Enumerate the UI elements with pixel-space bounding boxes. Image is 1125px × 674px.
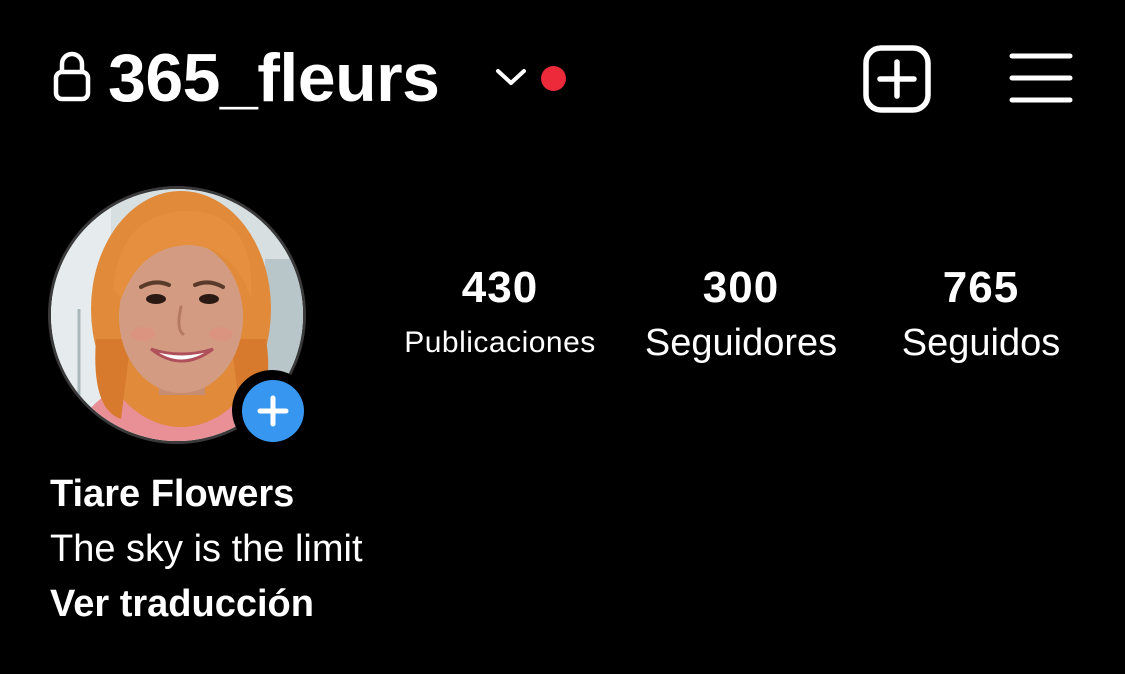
following-count[interactable]: 765 Seguidos xyxy=(882,258,1080,368)
posts-count[interactable]: 430 Publicaciones xyxy=(392,258,608,368)
hamburger-menu-icon[interactable] xyxy=(1008,50,1074,106)
posts-label: Publicaciones xyxy=(404,326,596,359)
add-story-badge xyxy=(242,380,304,442)
following-label: Seguidos xyxy=(901,322,1061,364)
chevron-down-icon[interactable] xyxy=(494,66,528,88)
username-switcher[interactable]: 365_fleurs xyxy=(108,36,440,120)
display-name: Tiare Flowers xyxy=(50,473,295,515)
posts-value: 430 xyxy=(461,263,539,312)
notification-dot xyxy=(541,66,566,91)
followers-value: 300 xyxy=(702,263,780,312)
followers-count[interactable]: 300 Seguidores xyxy=(630,258,852,368)
see-translation-link[interactable]: Ver traducción xyxy=(50,580,314,628)
add-story-button[interactable] xyxy=(232,370,312,450)
username: 365_fleurs xyxy=(108,40,440,116)
bio-text: The sky is the limit xyxy=(50,528,363,570)
followers-label: Seguidores xyxy=(644,322,838,364)
plus-icon xyxy=(257,395,289,427)
lock-icon xyxy=(53,51,91,102)
profile-header: 365_fleurs xyxy=(0,0,1125,160)
following-value: 765 xyxy=(942,263,1020,312)
new-post-button[interactable] xyxy=(862,44,932,114)
